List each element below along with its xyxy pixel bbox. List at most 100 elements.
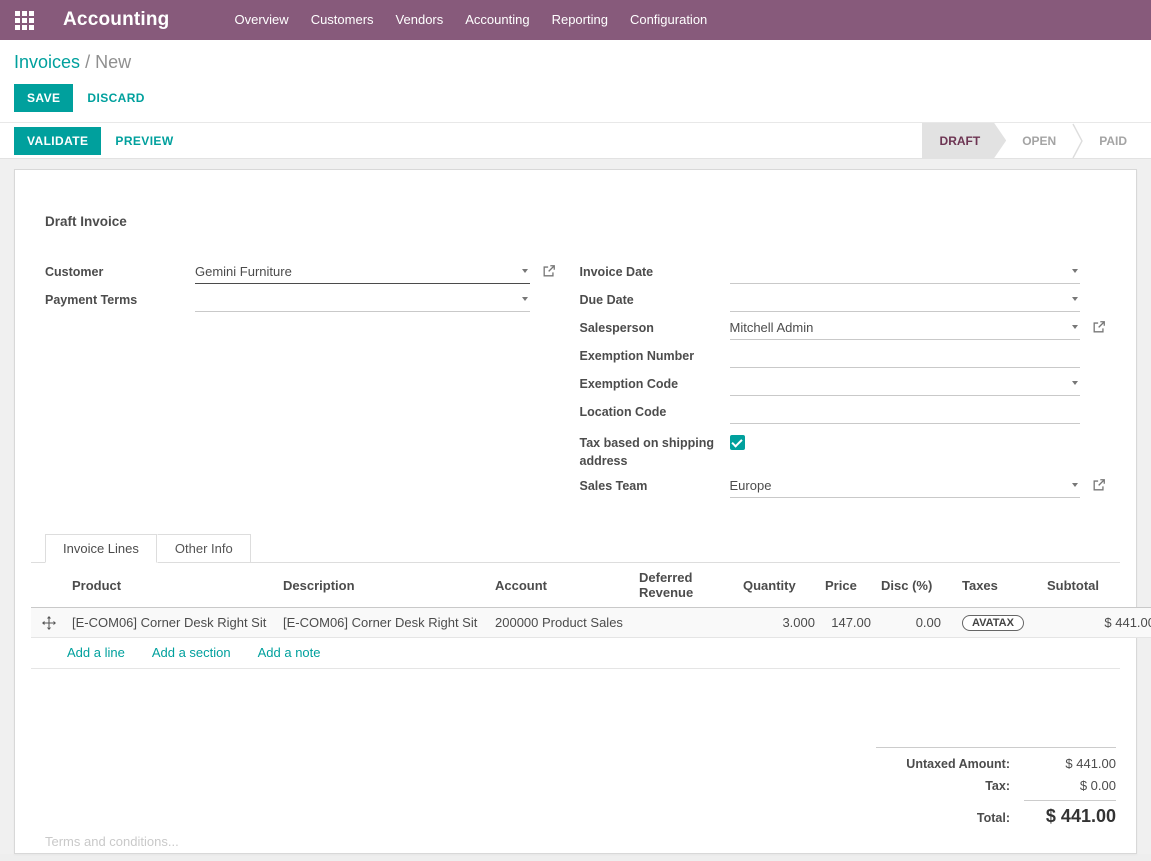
exemption-code-input[interactable] [730,371,1081,396]
due-date-input[interactable] [730,287,1081,312]
col-deferred-revenue: Deferred Revenue [634,563,738,608]
tab-invoice-lines[interactable]: Invoice Lines [45,534,157,563]
col-product: Product [67,563,278,608]
tax-shipping-label: Tax based on shipping address [580,430,730,470]
page-content: Draft Invoice Customer Gemini Furniture … [0,159,1151,854]
untaxed-amount-value: $ 441.00 [1024,756,1116,771]
salesperson-open-record[interactable] [1080,315,1106,334]
save-button[interactable]: SAVE [14,84,73,112]
chevron-down-icon[interactable] [1072,297,1078,301]
breadcrumb-current: New [95,52,131,72]
apps-grid-icon[interactable] [15,11,34,30]
app-title: Accounting [63,9,170,31]
invoice-line-row[interactable]: [E-COM06] Corner Desk Right Sit [E-COM06… [31,608,1151,638]
menu-customers[interactable]: Customers [300,0,385,40]
tax-badge[interactable]: AVATAX [962,615,1024,631]
totals-block: Untaxed Amount: $ 441.00 Tax: $ 0.00 Tot… [876,747,1116,834]
cell-account[interactable]: 200000 Product Sales [490,608,634,638]
col-subtotal: Subtotal [1042,563,1151,608]
discard-button[interactable]: DISCARD [73,84,158,112]
customer-value: Gemini Furniture [195,264,292,279]
field-due-date: Due Date [580,287,1107,314]
cell-taxes[interactable]: AVATAX [946,608,1042,638]
breadcrumb-invoices-link[interactable]: Invoices [14,52,80,72]
add-a-line-link[interactable]: Add a line [67,645,125,660]
drag-handle[interactable] [31,608,67,638]
col-description: Description [278,563,490,608]
cell-description[interactable]: [E-COM06] Corner Desk Right Sit [278,608,490,638]
sales-team-open-record[interactable] [1080,473,1106,492]
menu-overview[interactable]: Overview [224,0,300,40]
add-a-section-link[interactable]: Add a section [152,645,231,660]
payment-terms-input[interactable] [195,287,530,312]
customer-open-record[interactable] [530,259,556,278]
main-menu: Overview Customers Vendors Accounting Re… [224,0,719,40]
form-title: Draft Invoice [45,214,1120,229]
form-grid: Customer Gemini Furniture Payment Terms [45,259,1106,501]
tax-row: Tax: $ 0.00 [876,778,1116,793]
breadcrumb-separator: / [85,52,90,72]
sales-team-input[interactable]: Europe [730,473,1081,498]
invoice-form-sheet: Draft Invoice Customer Gemini Furniture … [14,169,1137,854]
status-step-paid[interactable]: PAID [1083,123,1143,158]
status-step-open[interactable]: OPEN [1006,123,1072,158]
status-pipeline: DRAFT OPEN PAID [922,123,1151,158]
total-label: Total: [876,811,1024,825]
salesperson-value: Mitchell Admin [730,320,814,335]
total-value: $ 441.00 [1024,800,1116,827]
table-header-row: Product Description Account Deferred Rev… [31,563,1151,608]
validate-button[interactable]: VALIDATE [14,127,101,155]
record-buttons: SAVE DISCARD [14,84,1137,112]
field-exemption-number: Exemption Number [580,343,1107,370]
external-link-icon [1092,478,1106,492]
cell-quantity[interactable]: 3.000 [738,608,820,638]
field-invoice-date: Invoice Date [580,259,1107,286]
top-navbar: Accounting Overview Customers Vendors Ac… [0,0,1151,40]
chevron-down-icon[interactable] [522,297,528,301]
col-account: Account [490,563,634,608]
cell-deferred-revenue[interactable] [634,608,738,638]
tab-other-info[interactable]: Other Info [157,534,251,563]
tax-shipping-checkbox[interactable] [730,435,745,450]
payment-terms-label: Payment Terms [45,287,195,310]
location-code-input[interactable] [730,399,1081,424]
chevron-down-icon[interactable] [1072,381,1078,385]
field-customer: Customer Gemini Furniture [45,259,556,286]
preview-button[interactable]: PREVIEW [101,127,187,155]
exemption-number-label: Exemption Number [580,343,730,366]
chevron-down-icon[interactable] [1072,269,1078,273]
invoice-date-input[interactable] [730,259,1081,284]
cell-product[interactable]: [E-COM06] Corner Desk Right Sit [67,608,278,638]
field-sales-team: Sales Team Europe [580,473,1107,500]
external-link-icon [542,264,556,278]
salesperson-label: Salesperson [580,315,730,338]
menu-vendors[interactable]: Vendors [385,0,455,40]
due-date-label: Due Date [580,287,730,310]
untaxed-amount-row: Untaxed Amount: $ 441.00 [876,756,1116,771]
chevron-down-icon[interactable] [1072,483,1078,487]
add-a-note-link[interactable]: Add a note [258,645,321,660]
menu-accounting[interactable]: Accounting [454,0,540,40]
menu-reporting[interactable]: Reporting [541,0,619,40]
chevron-down-icon[interactable] [1072,325,1078,329]
exemption-code-label: Exemption Code [580,371,730,394]
salesperson-input[interactable]: Mitchell Admin [730,315,1081,340]
location-code-label: Location Code [580,399,730,422]
field-salesperson: Salesperson Mitchell Admin [580,315,1107,342]
col-price: Price [820,563,876,608]
terms-and-conditions-input[interactable]: Terms and conditions... [31,834,1120,855]
field-tax-shipping: Tax based on shipping address [580,430,1107,470]
external-link-icon [1092,320,1106,334]
chevron-down-icon[interactable] [522,269,528,273]
field-exemption-code: Exemption Code [580,371,1107,398]
field-payment-terms: Payment Terms [45,287,556,314]
cell-disc[interactable]: 0.00 [876,608,946,638]
cell-subtotal: $ 441.00 [1042,608,1151,638]
breadcrumb: Invoices / New [14,52,1137,73]
customer-input[interactable]: Gemini Furniture [195,259,530,284]
cell-price[interactable]: 147.00 [820,608,876,638]
status-step-draft[interactable]: DRAFT [922,123,1007,158]
exemption-number-input[interactable] [730,343,1081,368]
line-add-links: Add a line Add a section Add a note [31,638,1120,669]
menu-configuration[interactable]: Configuration [619,0,718,40]
